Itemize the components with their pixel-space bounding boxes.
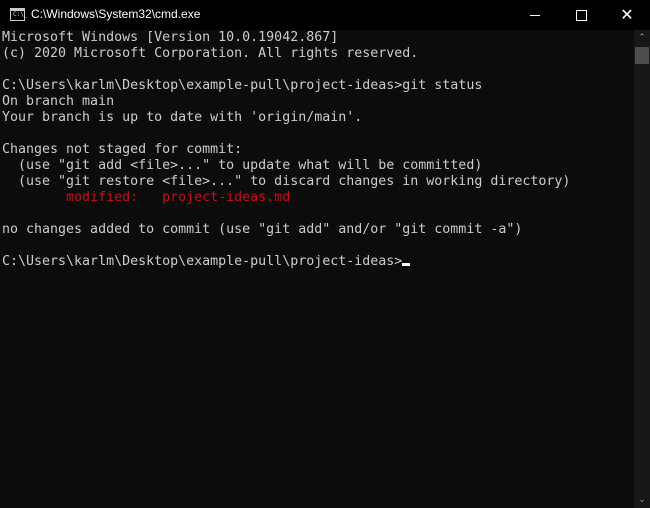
console-line: modified: project-ideas.md — [2, 190, 291, 205]
prompt-text: C:\Users\karlm\Desktop\example-pull\proj… — [2, 254, 403, 269]
minimize-icon — [530, 14, 540, 16]
scroll-up-arrow-icon[interactable]: ⌃ — [634, 30, 650, 46]
console-line: C:\Users\karlm\Desktop\example-pull\proj… — [2, 78, 483, 93]
maximize-icon — [575, 9, 587, 21]
console-line: (c) 2020 Microsoft Corporation. All righ… — [2, 46, 419, 61]
console-line: Your branch is up to date with 'origin/m… — [2, 110, 363, 125]
console-line: (use "git restore <file>..." to discard … — [2, 174, 571, 189]
command-prompt[interactable]: C:\Users\karlm\Desktop\example-pull\proj… — [2, 254, 570, 270]
scrollbar-thumb[interactable] — [635, 47, 649, 64]
window-title: C:\Windows\System32\cmd.exe — [31, 7, 201, 21]
console-lines: Microsoft Windows [Version 10.0.19042.86… — [2, 30, 570, 270]
vertical-scrollbar[interactable]: ⌃ ⌄ — [634, 30, 650, 508]
close-button[interactable]: ✕ — [604, 0, 650, 30]
console-line: Microsoft Windows [Version 10.0.19042.86… — [2, 30, 339, 45]
console-line: (use "git add <file>..." to update what … — [2, 158, 483, 173]
maximize-button[interactable] — [558, 0, 604, 30]
text-cursor — [402, 263, 411, 266]
console-output[interactable]: Microsoft Windows [Version 10.0.19042.86… — [0, 30, 634, 508]
close-icon: ✕ — [620, 5, 634, 24]
minimize-button[interactable] — [512, 0, 558, 30]
cmd-icon: C:\_ — [10, 8, 27, 21]
console-line: no changes added to commit (use "git add… — [2, 222, 523, 237]
console-line: On branch main — [2, 94, 115, 109]
console-line: Changes not staged for commit: — [2, 142, 243, 157]
title-bar[interactable]: C:\_ C:\Windows\System32\cmd.exe ✕ — [0, 0, 650, 30]
scroll-down-arrow-icon[interactable]: ⌄ — [634, 492, 650, 508]
